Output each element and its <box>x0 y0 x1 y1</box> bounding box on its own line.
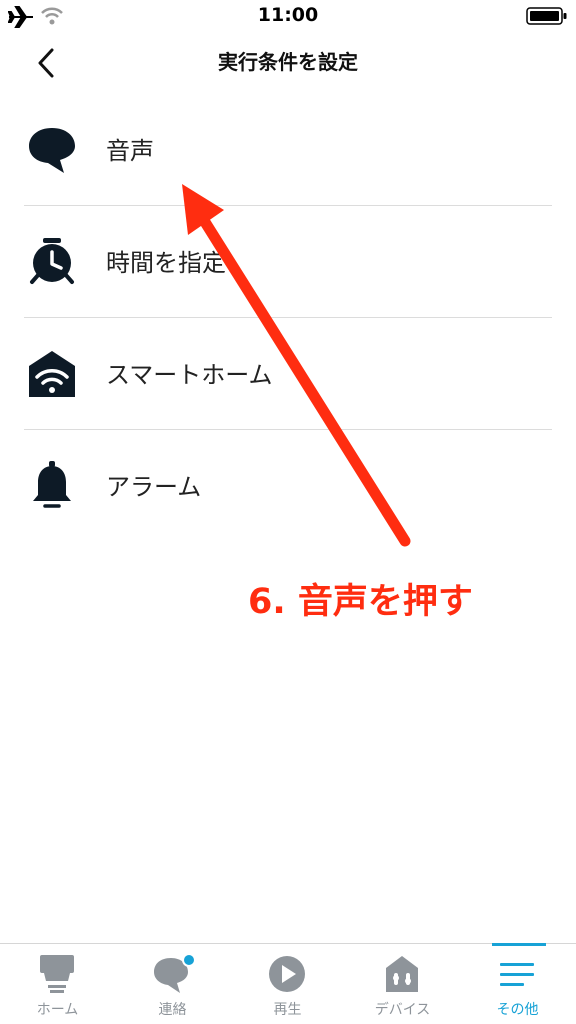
tab-bar: ホーム 連絡 再生 デバイス その他 <box>0 943 576 1024</box>
list-item-alarm[interactable]: アラーム <box>0 430 576 542</box>
devices-icon <box>386 956 418 992</box>
list-item-schedule[interactable]: 時間を指定 <box>0 206 576 318</box>
list-item-label: 音声 <box>106 137 154 165</box>
tab-label: 連絡 <box>158 1002 187 1018</box>
page-title: 実行条件を設定 <box>218 50 358 74</box>
status-time: 11:00 <box>257 4 319 26</box>
menu-icon <box>500 963 534 986</box>
list-item-label: アラーム <box>106 473 202 501</box>
alarm-clock-icon <box>30 238 74 284</box>
nav-bar: 実行条件を設定 <box>0 34 576 88</box>
list-item-label: スマートホーム <box>106 361 273 389</box>
list-item-label: 時間を指定 <box>106 249 226 277</box>
tab-contacts[interactable]: 連絡 <box>115 944 230 1024</box>
tab-home[interactable]: ホーム <box>0 944 115 1024</box>
tab-more[interactable]: その他 <box>460 943 575 1024</box>
bell-icon <box>33 461 71 508</box>
list-item-voice[interactable]: 音声 <box>0 94 576 206</box>
notification-badge <box>182 954 195 967</box>
tab-devices[interactable]: デバイス <box>345 944 460 1024</box>
tab-label: 再生 <box>273 1002 302 1018</box>
back-button[interactable] <box>30 44 64 82</box>
home-icon <box>40 955 74 993</box>
tab-label: その他 <box>496 1002 539 1018</box>
active-indicator <box>492 943 546 946</box>
annotation-text: 6. 音声を押す <box>248 582 473 622</box>
battery-icon <box>526 7 567 25</box>
condition-list: 音声 時間を指定 スマートホーム アラーム <box>0 94 576 542</box>
list-item-smart-home[interactable]: スマートホーム <box>0 318 576 430</box>
speech-bubble-icon <box>29 128 75 173</box>
status-bar: 11:00 <box>0 0 576 34</box>
tab-label: ホーム <box>36 1002 79 1018</box>
chat-icon <box>154 954 195 993</box>
smart-home-icon <box>29 351 75 397</box>
tab-play[interactable]: 再生 <box>230 944 345 1024</box>
play-icon <box>269 956 305 992</box>
tab-label: デバイス <box>374 1002 431 1018</box>
